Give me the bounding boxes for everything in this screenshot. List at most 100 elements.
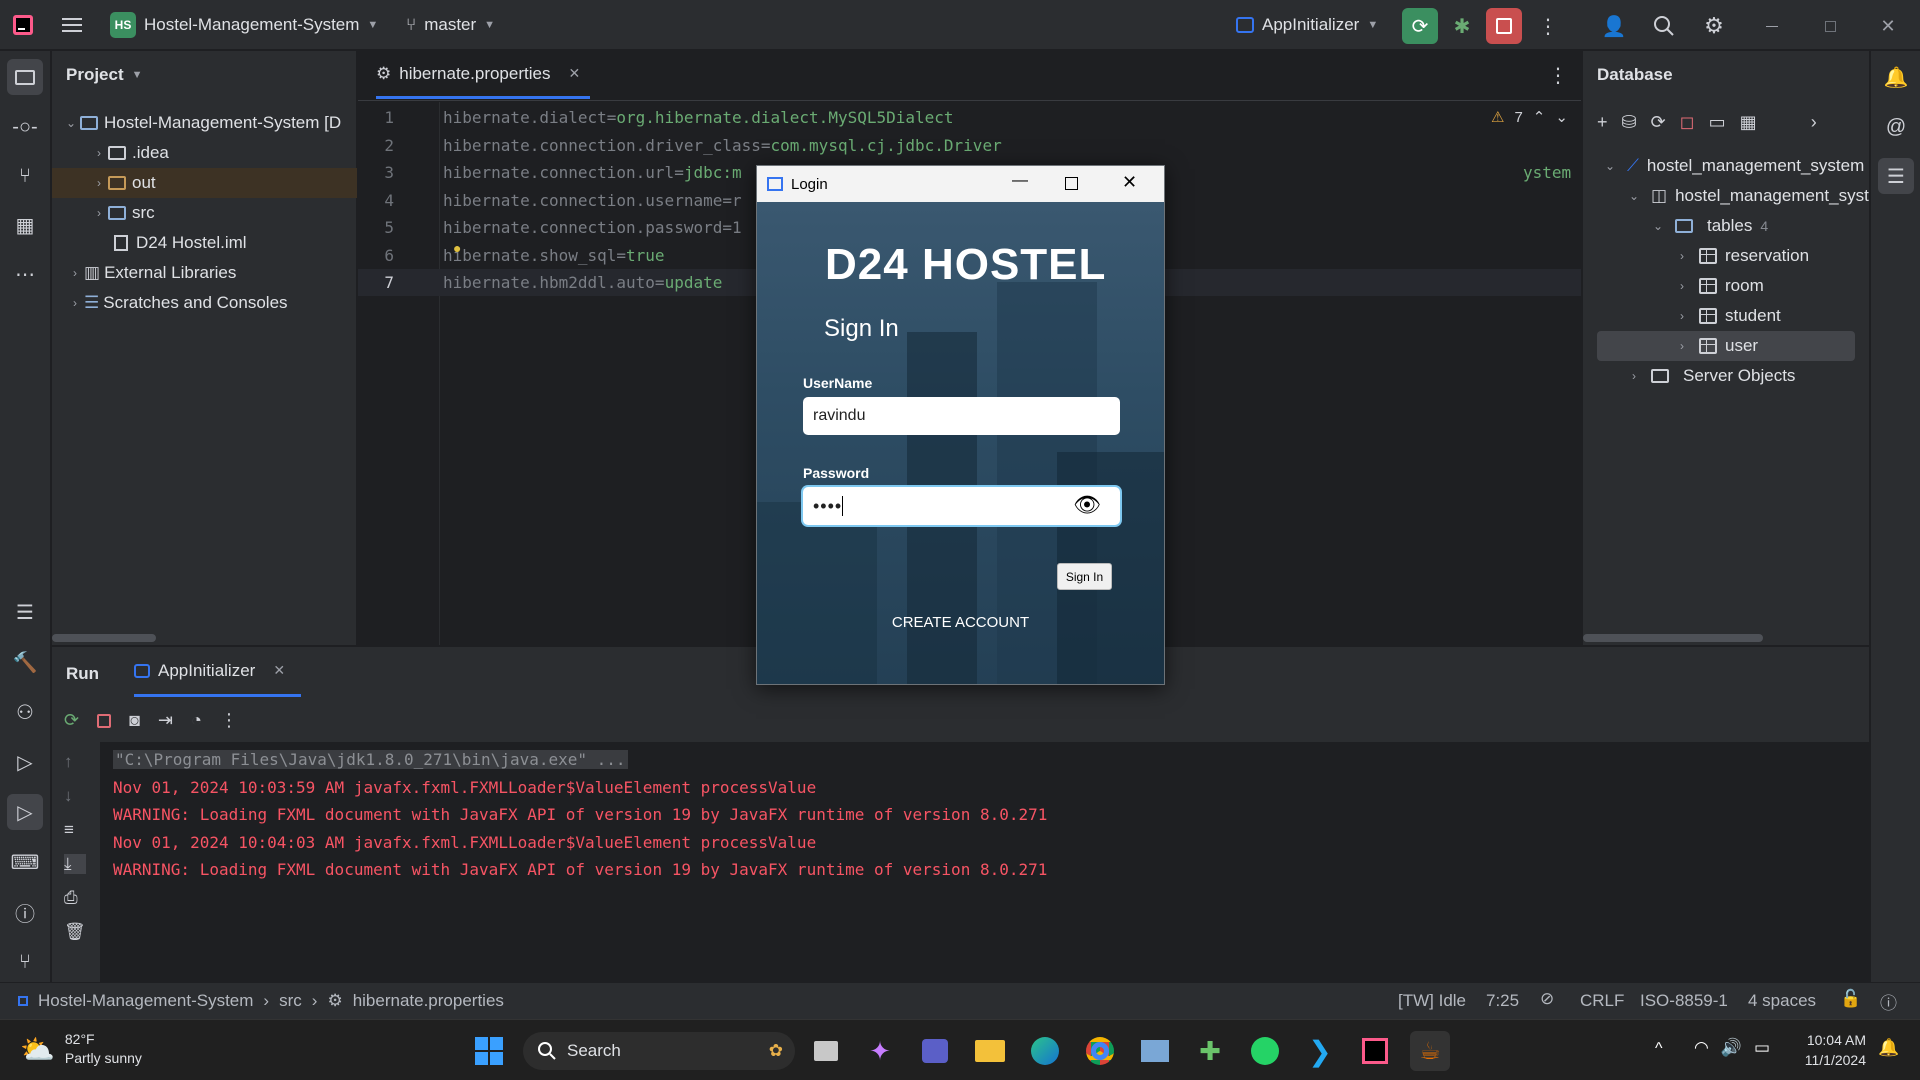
camera-icon[interactable]: ◙ bbox=[129, 710, 140, 731]
breadcrumb-item[interactable]: src bbox=[279, 991, 302, 1011]
notifications-icon[interactable]: 🔔 bbox=[1878, 59, 1914, 95]
db-item-table[interactable]: › room bbox=[1673, 271, 1764, 301]
scroll-to-end-icon[interactable]: ⤓ bbox=[64, 854, 86, 874]
disconnect-icon[interactable]: ◻ bbox=[1680, 112, 1695, 133]
chevron-up-icon[interactable]: ^ bbox=[1655, 1040, 1663, 1058]
app-grid-icon[interactable]: ✚ bbox=[1190, 1031, 1230, 1071]
username-input[interactable]: ravindu bbox=[803, 397, 1120, 435]
breadcrumb-item[interactable]: hibernate.properties bbox=[353, 991, 504, 1011]
start-button[interactable] bbox=[469, 1031, 509, 1071]
login-title-bar[interactable]: Login — ✕ bbox=[757, 166, 1164, 202]
horizontal-scrollbar[interactable] bbox=[52, 634, 156, 642]
password-input[interactable]: •••• 👁 bbox=[803, 487, 1120, 525]
profiler-icon[interactable]: ◔ bbox=[191, 710, 202, 731]
console-icon[interactable]: ▭ bbox=[1709, 112, 1726, 133]
refresh-icon[interactable]: ⟳ bbox=[1651, 112, 1666, 133]
tree-item-module[interactable]: ⌄ Hostel-Management-System [D bbox=[52, 108, 357, 138]
clock[interactable]: 10:04 AM 11/1/2024 bbox=[1790, 1030, 1866, 1070]
performance-monitor-icon[interactable] bbox=[1135, 1031, 1175, 1071]
database-tool-icon[interactable]: ☰ bbox=[7, 594, 43, 630]
debug-button[interactable]: ✱ bbox=[1444, 8, 1480, 44]
services-icon[interactable]: ⚇ bbox=[7, 694, 43, 730]
java-app-icon[interactable]: ☕ bbox=[1410, 1031, 1450, 1071]
print-icon[interactable]: ⎙ bbox=[64, 888, 86, 908]
run-services-icon[interactable]: ▷ bbox=[7, 744, 43, 780]
tree-item-iml[interactable]: D24 Hostel.iml bbox=[52, 228, 357, 258]
line-separator[interactable]: CRLF bbox=[1580, 991, 1624, 1011]
lightbulb-icon[interactable]: ● bbox=[453, 240, 461, 256]
intellij-icon[interactable] bbox=[1355, 1031, 1395, 1071]
soft-wrap-icon[interactable]: ≡ bbox=[64, 820, 86, 840]
chrome-icon[interactable] bbox=[1080, 1031, 1120, 1071]
more-vertical-icon[interactable]: ⋮ bbox=[220, 710, 238, 731]
db-item-table-selected[interactable]: › user bbox=[1673, 331, 1758, 361]
problems-status-icon[interactable]: ⓘ bbox=[1880, 989, 1897, 1014]
data-source-properties-icon[interactable]: ⛁ bbox=[1622, 112, 1637, 133]
minimize-button[interactable] bbox=[1754, 8, 1790, 44]
db-item-table[interactable]: › student bbox=[1673, 301, 1781, 331]
commit-tool-icon[interactable]: -○- bbox=[7, 109, 43, 145]
tree-item-src[interactable]: › src bbox=[52, 198, 357, 228]
tree-item-out[interactable]: › out bbox=[52, 168, 357, 198]
run-config-selector[interactable]: AppInitializer ▼ bbox=[1236, 0, 1378, 50]
tree-item-scratches[interactable]: › ☰ Scratches and Consoles bbox=[52, 288, 357, 318]
file-explorer-icon[interactable] bbox=[970, 1031, 1010, 1071]
tab-hibernate-properties[interactable]: ⚙ hibernate.properties ✕ bbox=[376, 51, 591, 99]
trash-icon[interactable]: 🗑 bbox=[64, 922, 86, 942]
console-output[interactable]: "C:\Program Files\Java\jdk1.8.0_271\bin\… bbox=[100, 742, 1869, 983]
arrow-up-icon[interactable]: ↑ bbox=[64, 752, 86, 772]
table-view-icon[interactable]: ▦ bbox=[1740, 112, 1757, 133]
project-panel-header[interactable]: Project ▼ bbox=[66, 65, 143, 85]
db-item-table[interactable]: › reservation bbox=[1673, 241, 1809, 271]
signin-button[interactable]: Sign In bbox=[1057, 563, 1112, 590]
rerun-icon[interactable]: ⟳ bbox=[64, 710, 79, 731]
main-menu-icon[interactable] bbox=[62, 0, 84, 50]
settings-button[interactable]: ⚙ bbox=[1696, 8, 1732, 44]
code-line[interactable]: 2 hibernate.connection.driver_class= com.m… bbox=[358, 132, 1581, 159]
ai-assistant-icon[interactable]: @ bbox=[1878, 109, 1914, 145]
db-item-server-objects[interactable]: › Server Objects bbox=[1625, 361, 1795, 391]
db-item-datasource[interactable]: ⌄ ⟋ hostel_management_system bbox=[1601, 151, 1864, 181]
search-everywhere-button[interactable] bbox=[1646, 8, 1682, 44]
close-tab-icon[interactable]: ✕ bbox=[568, 65, 580, 82]
tree-item-external-libraries[interactable]: › ▥ External Libraries bbox=[52, 258, 357, 288]
tab-actions-icon[interactable]: ⋮ bbox=[1548, 63, 1568, 88]
tab-app-initializer[interactable]: AppInitializer ✕ bbox=[134, 647, 302, 697]
copilot-icon[interactable]: ✦ bbox=[860, 1031, 900, 1071]
build-icon[interactable]: 🔨 bbox=[7, 644, 43, 680]
close-window-button[interactable]: ✕ bbox=[1870, 8, 1906, 44]
vscode-icon[interactable]: ❯ bbox=[1300, 1031, 1340, 1071]
restore-button[interactable] bbox=[1812, 8, 1848, 44]
whatsapp-icon[interactable] bbox=[1245, 1031, 1285, 1071]
create-account-link[interactable]: CREATE ACCOUNT bbox=[757, 614, 1164, 631]
eye-icon[interactable]: 👁 bbox=[1073, 492, 1102, 518]
teams-icon[interactable] bbox=[915, 1031, 955, 1071]
add-icon[interactable]: + bbox=[1597, 112, 1608, 133]
no-ai-icon[interactable]: ⊘ bbox=[1540, 989, 1554, 1009]
project-selector[interactable]: HS Hostel-Management-System ▼ bbox=[110, 0, 378, 50]
file-encoding[interactable]: ISO-8859-1 bbox=[1640, 991, 1728, 1011]
pull-requests-icon[interactable]: ⑂ bbox=[7, 158, 43, 194]
exit-icon[interactable]: ⇥ bbox=[158, 710, 173, 731]
problems-icon[interactable]: ⓘ bbox=[7, 894, 43, 930]
code-line[interactable]: 1 hibernate.dialect= org.hibernate.dialect… bbox=[358, 104, 1581, 131]
taskbar-search[interactable]: Search ✿ bbox=[523, 1032, 795, 1070]
git-icon[interactable]: ⑂ bbox=[7, 944, 43, 980]
breadcrumb-item[interactable]: Hostel-Management-System bbox=[38, 991, 253, 1011]
more-actions-button[interactable]: ⋮ bbox=[1530, 8, 1566, 44]
stop-button[interactable] bbox=[1486, 8, 1522, 44]
horizontal-scrollbar[interactable] bbox=[1583, 634, 1763, 642]
close-button[interactable]: ✕ bbox=[1122, 172, 1137, 193]
maximize-button[interactable] bbox=[1065, 177, 1078, 190]
rerun-button[interactable]: ⟳ bbox=[1402, 8, 1438, 44]
arrow-down-icon[interactable]: ↓ bbox=[64, 786, 86, 806]
stop-icon[interactable] bbox=[97, 713, 112, 728]
lock-icon[interactable]: 🔓 bbox=[1840, 989, 1861, 1009]
database-tool-icon[interactable]: ☰ bbox=[1878, 158, 1914, 194]
system-tray[interactable]: ◠ 🔊 ▭ bbox=[1694, 1038, 1770, 1058]
minimize-button[interactable]: — bbox=[1012, 172, 1028, 190]
branch-selector[interactable]: ⑂ master ▼ bbox=[406, 0, 495, 50]
close-tab-icon[interactable]: ✕ bbox=[273, 662, 285, 679]
structure-icon[interactable]: ▦ bbox=[7, 207, 43, 243]
terminal-icon[interactable]: ⌨ bbox=[7, 844, 43, 880]
